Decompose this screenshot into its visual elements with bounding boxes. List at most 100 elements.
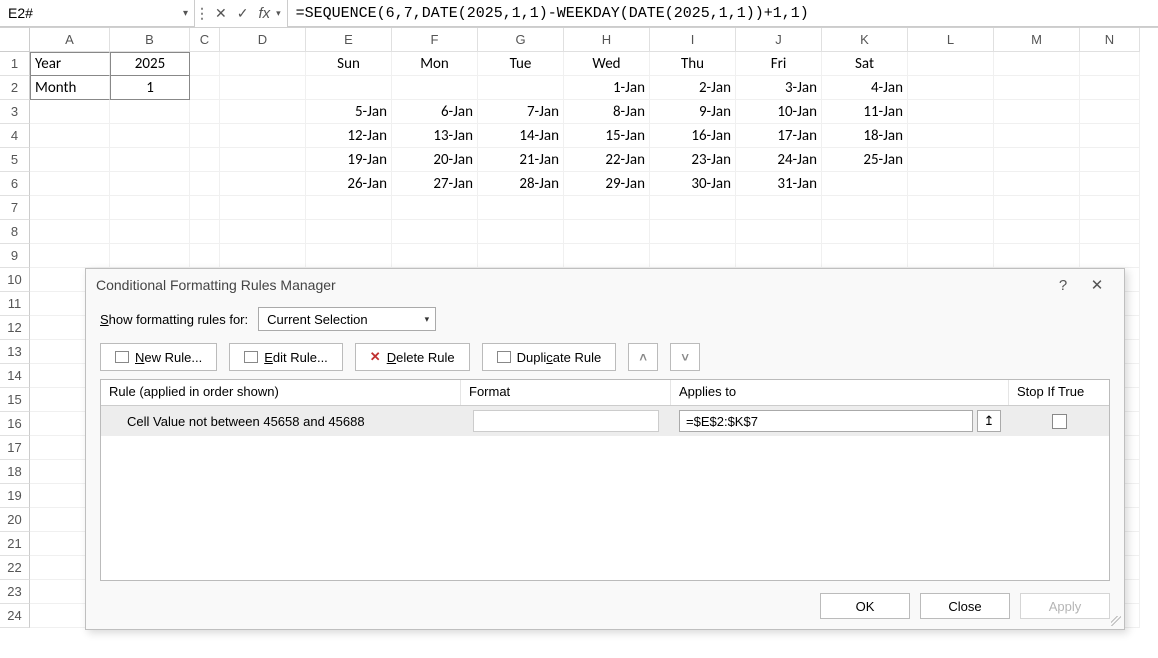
cell[interactable]	[392, 76, 478, 100]
cell[interactable]	[190, 100, 220, 124]
row-header[interactable]: 9	[0, 244, 30, 268]
cell[interactable]	[190, 172, 220, 196]
cell[interactable]	[994, 196, 1080, 220]
row-header[interactable]: 7	[0, 196, 30, 220]
cell[interactable]: Mon	[392, 52, 478, 76]
cell[interactable]: 27-Jan	[392, 172, 478, 196]
select-all-corner[interactable]	[0, 28, 30, 52]
cell[interactable]	[994, 172, 1080, 196]
cell[interactable]: 11-Jan	[822, 100, 908, 124]
cell[interactable]: 1	[110, 76, 190, 100]
cell[interactable]	[1080, 172, 1140, 196]
cell[interactable]	[822, 196, 908, 220]
resize-grip-icon[interactable]	[1111, 616, 1121, 626]
cell[interactable]	[908, 244, 994, 268]
cell[interactable]	[110, 100, 190, 124]
col-header[interactable]: E	[306, 28, 392, 52]
cell[interactable]	[190, 76, 220, 100]
cell[interactable]	[392, 220, 478, 244]
col-header[interactable]: J	[736, 28, 822, 52]
row-header[interactable]: 13	[0, 340, 30, 364]
ok-button[interactable]: OK	[820, 593, 910, 619]
cell[interactable]	[30, 244, 110, 268]
cell[interactable]	[1080, 220, 1140, 244]
col-header[interactable]: F	[392, 28, 478, 52]
cell[interactable]	[736, 220, 822, 244]
cell[interactable]	[30, 100, 110, 124]
cell[interactable]: 22-Jan	[564, 148, 650, 172]
row-header[interactable]: 20	[0, 508, 30, 532]
cell[interactable]	[392, 244, 478, 268]
cell[interactable]	[190, 196, 220, 220]
cell[interactable]: 5-Jan	[306, 100, 392, 124]
row-header[interactable]: 2	[0, 76, 30, 100]
cell[interactable]: 7-Jan	[478, 100, 564, 124]
fx-icon[interactable]: fx	[258, 5, 270, 22]
cell[interactable]	[190, 244, 220, 268]
cell[interactable]: Fri	[736, 52, 822, 76]
col-header[interactable]: K	[822, 28, 908, 52]
cell[interactable]: 6-Jan	[392, 100, 478, 124]
cell[interactable]	[478, 244, 564, 268]
cell[interactable]: Sun	[306, 52, 392, 76]
col-header[interactable]: B	[110, 28, 190, 52]
cell[interactable]: 15-Jan	[564, 124, 650, 148]
row-header[interactable]: 10	[0, 268, 30, 292]
row-header[interactable]: 21	[0, 532, 30, 556]
cell[interactable]: Month	[30, 76, 110, 100]
cell[interactable]	[110, 196, 190, 220]
col-header[interactable]: G	[478, 28, 564, 52]
cell[interactable]	[306, 76, 392, 100]
rules-for-combo[interactable]: Current Selection ▾	[258, 307, 436, 331]
cell[interactable]	[190, 148, 220, 172]
cell[interactable]	[564, 244, 650, 268]
cell[interactable]: 4-Jan	[822, 76, 908, 100]
cell[interactable]	[650, 220, 736, 244]
cell[interactable]: 28-Jan	[478, 172, 564, 196]
col-header[interactable]: N	[1080, 28, 1140, 52]
cell[interactable]: 9-Jan	[650, 100, 736, 124]
cell[interactable]: 19-Jan	[306, 148, 392, 172]
cell[interactable]	[1080, 124, 1140, 148]
cell[interactable]: Sat	[822, 52, 908, 76]
applies-to-input[interactable]	[679, 410, 973, 432]
cell[interactable]	[220, 124, 306, 148]
col-header[interactable]: L	[908, 28, 994, 52]
row-header[interactable]: 12	[0, 316, 30, 340]
cell[interactable]: Wed	[564, 52, 650, 76]
cell[interactable]	[908, 124, 994, 148]
cell[interactable]: 13-Jan	[392, 124, 478, 148]
cell[interactable]	[650, 244, 736, 268]
cell[interactable]	[822, 172, 908, 196]
cell[interactable]	[1080, 52, 1140, 76]
cell[interactable]	[220, 172, 306, 196]
cell[interactable]	[220, 76, 306, 100]
row-header[interactable]: 4	[0, 124, 30, 148]
cell[interactable]	[994, 52, 1080, 76]
cell[interactable]	[908, 100, 994, 124]
cell[interactable]	[478, 196, 564, 220]
cell[interactable]	[650, 196, 736, 220]
cell[interactable]: 29-Jan	[564, 172, 650, 196]
cell[interactable]: 2-Jan	[650, 76, 736, 100]
cell[interactable]	[110, 148, 190, 172]
cell[interactable]	[994, 76, 1080, 100]
cell[interactable]	[30, 148, 110, 172]
cell[interactable]: 2025	[110, 52, 190, 76]
cell[interactable]: 16-Jan	[650, 124, 736, 148]
cell[interactable]	[908, 172, 994, 196]
row-header[interactable]: 19	[0, 484, 30, 508]
cancel-icon[interactable]: ✕	[215, 5, 227, 22]
row-header[interactable]: 6	[0, 172, 30, 196]
cell[interactable]	[190, 220, 220, 244]
row-header[interactable]: 3	[0, 100, 30, 124]
row-header[interactable]: 22	[0, 556, 30, 580]
cell[interactable]	[478, 220, 564, 244]
cell[interactable]	[994, 148, 1080, 172]
cell[interactable]	[1080, 76, 1140, 100]
row-header[interactable]: 17	[0, 436, 30, 460]
cell[interactable]	[220, 52, 306, 76]
col-header[interactable]: A	[30, 28, 110, 52]
edit-rule-button[interactable]: Edit Rule...	[229, 343, 343, 371]
cell[interactable]	[736, 244, 822, 268]
